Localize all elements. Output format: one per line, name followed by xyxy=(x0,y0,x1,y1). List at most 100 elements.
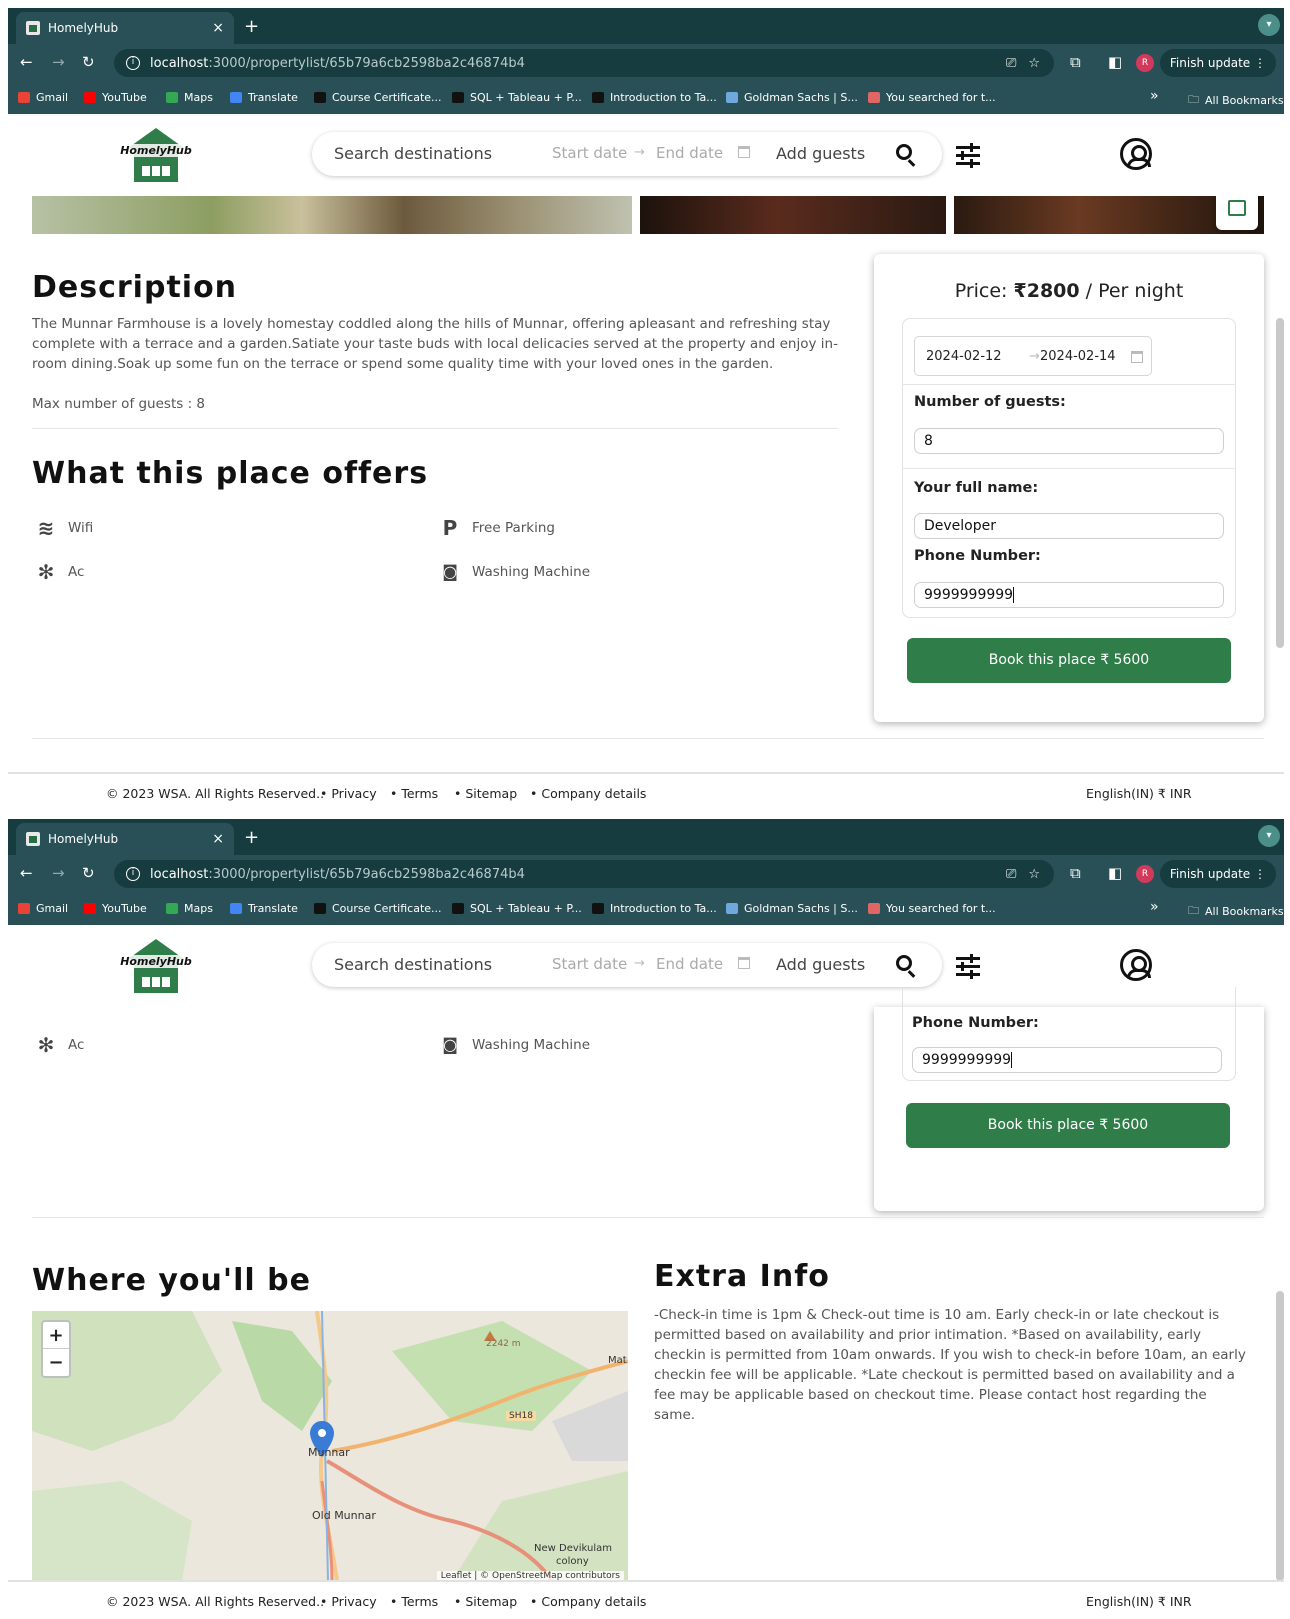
guests-input[interactable]: 8 xyxy=(914,428,1224,454)
reload-icon[interactable]: ↻ xyxy=(82,53,95,71)
phone-input[interactable]: 9999999999 xyxy=(912,1047,1222,1073)
phone-label: Phone Number: xyxy=(912,1015,1039,1031)
extensions-icon[interactable]: ⧉ xyxy=(1070,53,1081,71)
search-bar[interactable]: Search destinations Start date → End dat… xyxy=(312,132,942,176)
zoom-in-button[interactable]: + xyxy=(43,1322,69,1349)
bookmark-sql[interactable]: SQL + Tableau + P... xyxy=(452,902,582,915)
bookmark-search[interactable]: You searched for t... xyxy=(868,902,996,915)
check-in-date[interactable]: 2024-02-12 xyxy=(926,349,1002,364)
bookmark-translate[interactable]: Translate xyxy=(230,91,298,104)
date-range-picker[interactable]: 2024-02-12 → 2024-02-14 xyxy=(914,336,1152,376)
locale-currency[interactable]: English(IN) ₹ INR xyxy=(1086,1594,1192,1609)
bookmark-star-icon[interactable]: ☆ xyxy=(1028,867,1040,882)
property-photo-3[interactable] xyxy=(954,196,1264,234)
full-name-input[interactable]: Developer xyxy=(914,513,1224,539)
site-info-icon[interactable]: i xyxy=(126,56,140,70)
tab-close-button[interactable]: × xyxy=(212,20,224,36)
book-place-button[interactable]: Book this place ₹ 5600 xyxy=(907,638,1231,683)
locale-currency[interactable]: English(IN) ₹ INR xyxy=(1086,786,1192,801)
footer-link-privacy[interactable]: • Privacy xyxy=(320,1594,377,1609)
end-date-input[interactable]: End date xyxy=(656,955,723,973)
new-tab-button[interactable]: + xyxy=(244,16,259,37)
tab-close-button[interactable]: × xyxy=(212,831,224,847)
homelyhub-logo[interactable]: HomelyHub xyxy=(118,128,194,184)
scrollbar[interactable] xyxy=(1276,318,1284,648)
add-guests-input[interactable]: Add guests xyxy=(776,955,865,974)
footer-link-company[interactable]: • Company details xyxy=(530,1594,646,1609)
property-photo-1[interactable] xyxy=(32,196,632,234)
footer-link-terms[interactable]: • Terms xyxy=(390,1594,438,1609)
back-icon[interactable]: ← xyxy=(20,53,33,71)
bookmark-search[interactable]: You searched for t... xyxy=(868,91,996,104)
browser-tab[interactable]: HomelyHub × xyxy=(16,12,234,44)
bookmark-intro[interactable]: Introduction to Ta... xyxy=(592,91,717,104)
bookmark-translate[interactable]: Translate xyxy=(230,902,298,915)
bookmark-intro[interactable]: Introduction to Ta... xyxy=(592,902,717,915)
site-info-icon[interactable]: i xyxy=(126,867,140,881)
scrollbar[interactable] xyxy=(1276,1291,1284,1581)
forward-icon[interactable]: → xyxy=(52,53,65,71)
tab-search-icon[interactable]: ▾ xyxy=(1258,825,1280,847)
homelyhub-logo[interactable]: HomelyHub xyxy=(118,939,194,995)
footer-link-privacy[interactable]: • Privacy xyxy=(320,786,377,801)
bookmark-goldman[interactable]: Goldman Sachs | S... xyxy=(726,902,858,915)
tab-search-icon[interactable]: ▾ xyxy=(1258,14,1280,36)
forward-icon[interactable]: → xyxy=(52,864,65,882)
profile-avatar[interactable]: R xyxy=(1136,54,1154,72)
footer-link-terms[interactable]: • Terms xyxy=(390,786,438,801)
side-panel-icon[interactable]: ◧ xyxy=(1108,53,1122,71)
install-app-icon[interactable]: ⎚ xyxy=(1006,867,1016,882)
profile-avatar[interactable]: R xyxy=(1136,865,1154,883)
bookmark-course[interactable]: Course Certificate... xyxy=(314,91,442,104)
bookmark-maps[interactable]: Maps xyxy=(166,902,213,915)
bookmark-youtube[interactable]: YouTube xyxy=(84,902,147,915)
more-bookmarks-button[interactable]: » xyxy=(1150,899,1159,915)
install-app-icon[interactable]: ⎚ xyxy=(1006,56,1016,71)
side-panel-icon[interactable]: ◧ xyxy=(1108,864,1122,882)
property-photo-2[interactable] xyxy=(640,196,946,234)
finish-update-button[interactable]: Finish update ⋮ xyxy=(1159,49,1276,77)
search-destinations-input[interactable]: Search destinations xyxy=(334,955,492,974)
search-bar[interactable]: Search destinations Start date → End dat… xyxy=(312,943,942,987)
browser-tab[interactable]: HomelyHub × xyxy=(16,823,234,855)
more-bookmarks-button[interactable]: » xyxy=(1150,88,1159,104)
add-guests-input[interactable]: Add guests xyxy=(776,144,865,163)
end-date-input[interactable]: End date xyxy=(656,144,723,162)
zoom-out-button[interactable]: − xyxy=(43,1349,69,1376)
search-icon[interactable] xyxy=(896,955,912,971)
bookmark-course[interactable]: Course Certificate... xyxy=(314,902,442,915)
amenity-label: Washing Machine xyxy=(472,1037,591,1053)
back-icon[interactable]: ← xyxy=(20,864,33,882)
bookmark-star-icon[interactable]: ☆ xyxy=(1028,56,1040,71)
phone-input[interactable]: 9999999999 xyxy=(914,582,1224,608)
search-icon[interactable] xyxy=(896,144,912,160)
bookmark-goldman[interactable]: Goldman Sachs | S... xyxy=(726,91,858,104)
check-out-date[interactable]: 2024-02-14 xyxy=(1040,349,1116,364)
location-map[interactable]: + − Munnar Old Munnar New Devikulam colo… xyxy=(32,1311,628,1581)
finish-update-button[interactable]: Finish update ⋮ xyxy=(1159,860,1276,888)
all-bookmarks-button[interactable]: 🗀 All Bookmarks xyxy=(1188,91,1284,110)
search-destinations-input[interactable]: Search destinations xyxy=(334,144,492,163)
address-bar[interactable]: i localhost:3000/propertylist/65b79a6cb2… xyxy=(114,49,1054,77)
calendar-icon[interactable] xyxy=(1131,351,1143,363)
gallery-button[interactable] xyxy=(1216,196,1258,230)
extensions-icon[interactable]: ⧉ xyxy=(1070,864,1081,882)
all-bookmarks-button[interactable]: 🗀 All Bookmarks xyxy=(1188,902,1284,921)
footer-link-company[interactable]: • Company details xyxy=(530,786,646,801)
start-date-input[interactable]: Start date xyxy=(552,144,627,162)
footer-link-sitemap[interactable]: • Sitemap xyxy=(454,786,517,801)
book-place-button[interactable]: Book this place ₹ 5600 xyxy=(906,1103,1230,1148)
start-date-input[interactable]: Start date xyxy=(552,955,627,973)
filters-icon[interactable] xyxy=(956,143,980,168)
bookmark-sql[interactable]: SQL + Tableau + P... xyxy=(452,91,582,104)
bookmark-youtube[interactable]: YouTube xyxy=(84,91,147,104)
footer-link-sitemap[interactable]: • Sitemap xyxy=(454,1594,517,1609)
url-path: :3000/propertylist/65b79a6cb2598ba2c4687… xyxy=(208,866,525,882)
address-bar[interactable]: i localhost:3000/propertylist/65b79a6cb2… xyxy=(114,860,1054,888)
new-tab-button[interactable]: + xyxy=(244,827,259,848)
bookmark-maps[interactable]: Maps xyxy=(166,91,213,104)
bookmark-gmail[interactable]: Gmail xyxy=(18,91,68,104)
reload-icon[interactable]: ↻ xyxy=(82,864,95,882)
user-account-icon[interactable] xyxy=(1120,138,1152,170)
bookmark-gmail[interactable]: Gmail xyxy=(18,902,68,915)
